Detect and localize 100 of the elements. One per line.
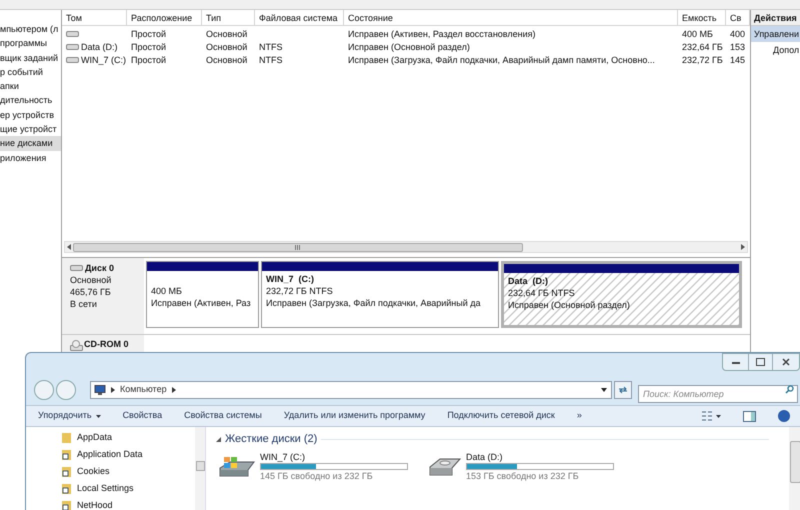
toolbar-button[interactable]: » — [576, 409, 582, 423]
table-cell: Основной — [206, 40, 248, 52]
view-list-icon — [702, 411, 712, 421]
expand-icon[interactable] — [216, 436, 221, 442]
disk-drive-icon — [70, 264, 83, 272]
table-cell: Основной — [206, 54, 248, 66]
breadcrumb[interactable]: Компьютер — [120, 383, 167, 397]
nav-item[interactable]: Application Data — [62, 446, 195, 463]
scroll-thumb[interactable] — [73, 242, 523, 252]
column-header[interactable]: Емкость — [678, 10, 726, 25]
tree-item[interactable]: программы — [0, 36, 61, 51]
table-cell: Основной — [206, 28, 248, 40]
drive-tile[interactable]: WIN_7 (C:) 145 ГБ свободно из 232 ГБ — [218, 451, 408, 482]
group-header[interactable]: Жесткие диски (2) — [225, 430, 318, 448]
tree-item[interactable]: вщик заданий — [0, 50, 61, 65]
scroll-left-icon[interactable] — [65, 243, 73, 251]
nav-item[interactable]: NetHood — [62, 497, 195, 510]
tree-item[interactable]: р событий — [0, 64, 61, 80]
menu-button[interactable]: Упорядочить — [38, 409, 101, 423]
nav-item[interactable]: Cookies — [62, 463, 195, 480]
shortcut-folder-icon — [62, 466, 72, 477]
toolbar-button[interactable]: Подключить сетевой диск — [447, 409, 555, 423]
caret-icon — [96, 414, 101, 418]
shortcut-folder-icon — [62, 449, 72, 460]
free-space: 145 ГБ свободно из 232 ГБ — [260, 470, 374, 482]
partition-status: Исправен (Активен, Раз — [151, 297, 252, 309]
toolbar-button[interactable]: Свойства системы — [184, 409, 262, 423]
table-cell: 232,72 ГБ — [682, 54, 723, 66]
table-cell: 153 — [730, 40, 746, 52]
view-options-button[interactable] — [702, 411, 721, 421]
partition-block[interactable]: 400 МБ Исправен (Активен, Раз — [146, 261, 259, 328]
close-icon — [782, 358, 790, 366]
tree-item[interactable]: ер устройств — [0, 108, 61, 122]
vertical-scrollbar[interactable] — [789, 427, 800, 510]
help-button[interactable] — [778, 410, 790, 422]
partition-title: Data (D:) — [508, 275, 549, 287]
breadcrumb-arrow-icon — [172, 387, 176, 393]
table-cell: 232,64 ГБ — [682, 40, 723, 52]
address-bar[interactable]: Компьютер — [90, 381, 612, 399]
folder-icon — [62, 432, 72, 443]
preview-pane-button[interactable] — [743, 410, 756, 422]
nav-item[interactable]: AppData — [62, 429, 195, 446]
dropdown-icon[interactable] — [601, 388, 607, 392]
nav-item[interactable]: Local Settings — [62, 480, 195, 497]
search-icon[interactable] — [785, 385, 794, 394]
tree-item[interactable]: мпьютером (л — [0, 22, 61, 36]
tree-item[interactable]: дительность — [0, 93, 61, 108]
tree-item[interactable]: щие устройст — [0, 122, 61, 136]
partition-block[interactable]: WIN_7 (C:) 232,72 ГБ NTFS Исправен (Загрузка, Файл подкачки, Аварийный да — [261, 261, 499, 328]
table-cell: Простой — [131, 28, 166, 40]
free-space: 153 ГБ свободно из 232 ГБ — [466, 470, 580, 482]
table-cell: WIN_7 (C:) — [81, 54, 126, 66]
tree-item[interactable]: риложения — [0, 150, 61, 165]
column-header[interactable]: Тип — [202, 10, 255, 25]
disk-drive-icon — [66, 42, 79, 50]
table-cell: NTFS — [259, 40, 282, 52]
caret-icon — [716, 414, 721, 418]
maximize-icon — [756, 358, 765, 366]
refresh-icon — [618, 386, 628, 394]
scroll-right-icon[interactable] — [739, 243, 747, 251]
breadcrumb-arrow-icon — [111, 387, 115, 393]
column-header[interactable]: Том — [62, 10, 127, 25]
tree-item[interactable]: апки — [0, 79, 61, 94]
refresh-button[interactable] — [614, 381, 632, 399]
tree-item[interactable]: ние дисками — [0, 136, 61, 151]
disk-label[interactable]: Диск 0 Основной 465,76 ГБ В сети — [62, 258, 144, 334]
search-field[interactable]: Поиск: Компьютер — [638, 385, 798, 403]
vertical-scrollbar[interactable] — [195, 427, 205, 510]
table-cell: 400 МБ — [682, 28, 713, 40]
partition-size: 232,72 ГБ NTFS — [266, 285, 334, 297]
partition-status: Исправен (Загрузка, Файл подкачки, Аварийный да — [266, 297, 482, 309]
drive-tile[interactable]: Data (D:) 153 ГБ свободно из 232 ГБ — [428, 451, 614, 482]
table-cell: 145 — [730, 54, 746, 66]
column-header[interactable]: Расположение — [127, 10, 202, 25]
table-cell: Исправен (Загрузка, Файл подкачки, Аварийный дамп памяти, Основно... — [348, 54, 655, 66]
disk-name: CD-ROM 0 — [84, 338, 128, 352]
table-cell: NTFS — [259, 54, 282, 66]
pane-icon — [743, 410, 756, 422]
horizontal-scrollbar[interactable] — [64, 241, 748, 253]
table-cell: Data (D:) — [81, 40, 118, 52]
disk-info: В сети — [70, 298, 98, 310]
partition-status: Исправен (Основной раздел) — [508, 299, 631, 311]
table-cell: Простой — [131, 40, 166, 52]
drive-name: WIN_7 (C:) — [260, 451, 306, 463]
column-header[interactable]: Файловая система — [255, 10, 344, 25]
drive-name: Data (D:) — [466, 451, 504, 463]
column-header[interactable]: Состояние — [344, 10, 678, 25]
minimize-icon — [732, 360, 740, 364]
toolbar-button[interactable]: Свойства — [122, 409, 162, 423]
table-cell: 400 — [730, 28, 746, 40]
toolbar-button[interactable]: Удалить или изменить программу — [284, 409, 426, 423]
action-item[interactable]: Допол — [751, 42, 800, 58]
disk-info: 465,76 ГБ — [70, 286, 112, 298]
disk-drive-icon — [66, 56, 79, 64]
action-item[interactable]: Управлени — [751, 26, 800, 42]
partition-size: 400 МБ — [151, 285, 183, 297]
partition-title: WIN_7 (C:) — [266, 273, 315, 285]
partition-block[interactable]: Data (D:) 232,64 ГБ NTFS Исправен (Основной раздел) — [501, 261, 742, 328]
shortcut-folder-icon — [62, 483, 72, 494]
table-cell: Исправен (Основной раздел) — [348, 40, 470, 52]
